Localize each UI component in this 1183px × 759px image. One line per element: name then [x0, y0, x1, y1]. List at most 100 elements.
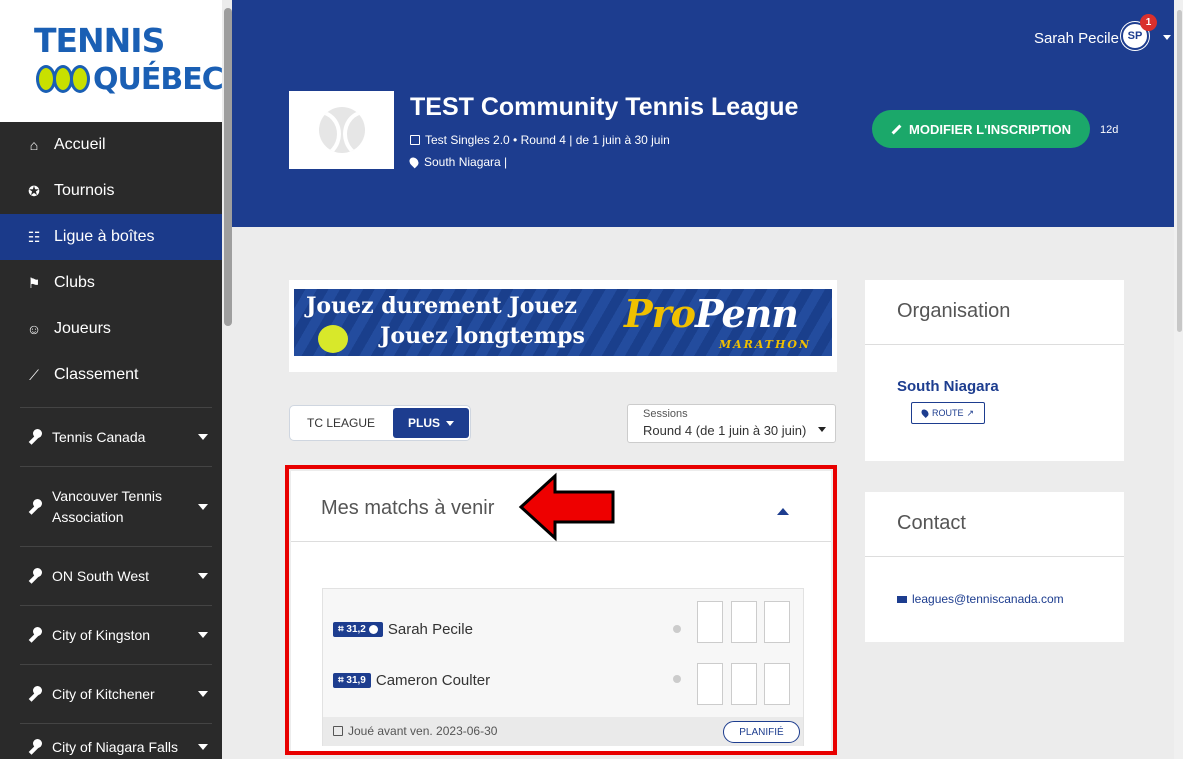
organisation-card: Organisation South Niagara ROUTE ↗	[865, 280, 1124, 461]
sessions-label: Sessions	[643, 408, 688, 420]
chevron-down-icon	[198, 503, 208, 510]
player-name[interactable]: Cameron Coulter	[376, 672, 490, 689]
sidebar-org-tennis-canada[interactable]: Tennis Canada	[0, 408, 222, 466]
logo-ball-icon	[70, 65, 90, 93]
sidebar-scrollbar-thumb[interactable]	[224, 8, 232, 326]
flag-icon: ⚑	[27, 274, 41, 291]
map-pin-icon	[407, 155, 421, 169]
wrench-icon	[26, 498, 42, 515]
score-box	[731, 601, 757, 643]
match-item: ⌗ 31,2 Sarah Pecile ⌗ 31,9 Cameron Coult…	[322, 588, 804, 746]
sessions-value: Round 4 (de 1 juin à 30 juin)	[643, 423, 807, 438]
penn-ad-banner[interactable]: Jouez durement Jouez Jouez longtemps Pro…	[294, 289, 832, 356]
sidebar-item-clubs[interactable]: ⚑ Clubs	[0, 260, 222, 306]
sidebar-org-vancouver[interactable]: Vancouver Tennis Association	[0, 467, 222, 546]
league-location: South Niagara |	[407, 155, 508, 169]
sidebar-org-niagara-falls[interactable]: City of Niagara Falls	[0, 724, 222, 759]
logo-quebec-row: QUÉBEC	[36, 61, 224, 97]
status-dot	[673, 675, 681, 683]
sidebar-item-joueurs[interactable]: ☺ Joueurs	[0, 306, 222, 352]
chevron-down-icon	[446, 420, 454, 426]
wrench-icon	[26, 429, 42, 445]
sidebar-org-label: City of Kingston	[52, 627, 151, 643]
sidebar-org-label: ON South West	[52, 568, 150, 584]
annotation-arrow-icon	[518, 472, 615, 542]
ad-line2: Jouez longtemps	[380, 323, 585, 349]
tennis-ball-icon	[318, 325, 348, 353]
sidebar-item-label: Ligue à boîtes	[54, 228, 155, 245]
sidebar-org-kingston[interactable]: City of Kingston	[0, 606, 222, 664]
wrench-icon	[26, 686, 42, 702]
wrench-icon	[26, 739, 42, 755]
score-box	[764, 601, 790, 643]
sidebar-item-label: Classement	[54, 366, 139, 383]
home-icon: ⌂	[29, 137, 39, 153]
sidebar-item-label: Clubs	[54, 274, 95, 291]
external-link-icon: ↗	[966, 407, 975, 418]
page-title: TEST Community Tennis League	[410, 93, 799, 121]
sidebar-org-on-south-west[interactable]: ON South West	[0, 547, 222, 605]
league-tabs: TC LEAGUE PLUS	[289, 405, 471, 441]
sidebar-item-accueil[interactable]: ⌂ Accueil	[0, 122, 222, 168]
verified-icon	[368, 624, 378, 634]
score-box	[764, 663, 790, 705]
ad-brand: ProPenn	[624, 291, 799, 336]
sidebar-item-label: Joueurs	[54, 320, 111, 337]
league-location-text: South Niagara |	[424, 155, 508, 169]
envelope-icon	[897, 595, 907, 603]
sessions-select[interactable]: Sessions Round 4 (de 1 juin à 30 juin)	[627, 404, 836, 443]
sidebar-org-label: Vancouver Tennis Association	[52, 487, 162, 525]
calendar-icon	[333, 726, 343, 736]
status-dot	[673, 625, 681, 633]
planned-button[interactable]: PLANIFIÉ	[723, 721, 800, 743]
league-meta: Test Singles 2.0 • Round 4 | de 1 juin à…	[410, 133, 670, 147]
league-meta-text: Test Singles 2.0 • Round 4 | de 1 juin à…	[425, 133, 670, 147]
sidebar-item-classement[interactable]: ⟋ Classement	[0, 352, 222, 398]
user-name[interactable]: Sarah Pecile	[1034, 30, 1119, 47]
pencil-icon	[891, 124, 902, 134]
tennis-quebec-logo[interactable]: TENNIS QUÉBEC	[0, 0, 224, 122]
sidebar: TENNIS QUÉBEC ⌂ Accueil ✪ Tournois ☷ Lig…	[0, 0, 224, 759]
match-footer: Joué avant ven. 2023-06-30 PLANIFIÉ	[323, 717, 803, 746]
calendar-icon	[410, 135, 420, 145]
chevron-down-icon	[198, 632, 208, 638]
logo-text-quebec: QUÉBEC	[93, 61, 224, 97]
player-row: ⌗ 31,2 Sarah Pecile	[333, 618, 473, 640]
organisation-name[interactable]: South Niagara	[897, 378, 999, 395]
chevron-down-icon	[198, 691, 208, 697]
edit-registration-button[interactable]: MODIFIER L'INSCRIPTION	[872, 110, 1090, 148]
chart-icon: ⟋	[29, 366, 39, 383]
tennis-ball-icon	[318, 107, 365, 153]
contact-card: Contact leagues@tenniscanada.com	[865, 492, 1124, 642]
tab-plus-dropdown[interactable]: PLUS	[393, 408, 469, 438]
sidebar-org-label: City of Kitchener	[52, 686, 155, 702]
sidebar-item-tournois[interactable]: ✪ Tournois	[0, 168, 222, 214]
wrench-icon	[26, 568, 42, 584]
player-name[interactable]: Sarah Pecile	[388, 621, 473, 638]
score-box	[697, 663, 723, 705]
edit-registration-label: MODIFIER L'INSCRIPTION	[909, 121, 1071, 137]
sidebar-org-label: City of Niagara Falls	[52, 739, 179, 755]
ladder-icon: ☷	[27, 228, 41, 245]
notification-badge[interactable]: 1	[1140, 14, 1157, 31]
map-pin-icon	[920, 408, 930, 418]
organisation-title: Organisation	[897, 300, 1011, 322]
days-left: 12d	[1100, 124, 1119, 136]
sidebar-org-kitchener[interactable]: City of Kitchener	[0, 665, 222, 723]
chevron-down-icon[interactable]	[1163, 35, 1171, 40]
score-box	[697, 601, 723, 643]
page-scrollbar-thumb[interactable]	[1177, 10, 1182, 332]
chevron-down-icon	[198, 573, 208, 579]
chevron-down-icon	[198, 744, 208, 750]
contact-email-link[interactable]: leagues@tenniscanada.com	[897, 592, 1064, 606]
logo-text-tennis: TENNIS	[34, 21, 165, 60]
ad-brand-sub: MARATHON	[719, 338, 812, 351]
sidebar-item-label: Tournois	[54, 182, 115, 199]
tab-tc-league[interactable]: TC LEAGUE	[290, 406, 392, 440]
divider	[865, 344, 1124, 345]
users-icon: ☺	[26, 321, 42, 337]
sidebar-item-ligue-a-boites[interactable]: ☷ Ligue à boîtes	[0, 214, 222, 260]
player-row: ⌗ 31,9 Cameron Coulter	[333, 669, 490, 691]
contact-title: Contact	[897, 512, 966, 534]
route-button[interactable]: ROUTE ↗	[911, 402, 985, 424]
